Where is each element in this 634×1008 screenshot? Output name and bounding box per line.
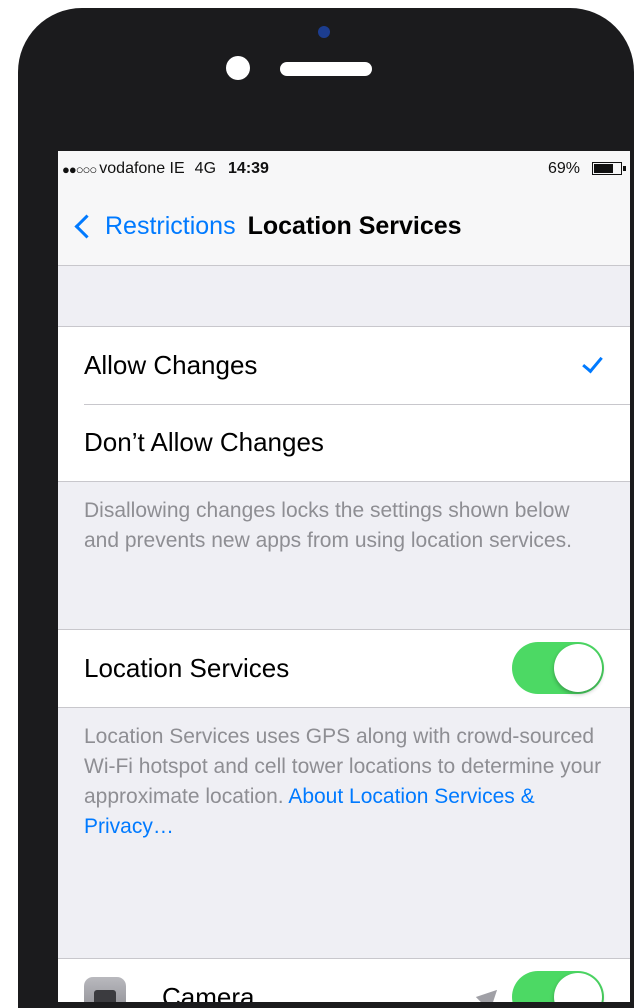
network-type: 4G [194, 160, 217, 177]
toggle-knob [554, 973, 602, 1002]
location-services-label: Location Services [84, 653, 290, 683]
signal-strength-icon: ●●○○○ [62, 161, 97, 177]
earpiece-speaker [280, 62, 372, 76]
proximity-sensor [226, 56, 250, 80]
location-services-group: Location Services [58, 629, 630, 708]
dont-allow-changes-label: Don’t Allow Changes [84, 427, 324, 457]
location-arrow-icon [475, 982, 505, 1002]
page-title: Location Services [247, 211, 462, 240]
dont-allow-changes-option[interactable]: Don’t Allow Changes [58, 404, 630, 481]
status-time: 14:39 [228, 160, 269, 177]
allow-changes-option[interactable]: Allow Changes [58, 327, 630, 404]
back-button[interactable]: Restrictions [105, 212, 236, 241]
change-options-group: Allow Changes Don’t Allow Changes [58, 326, 630, 482]
app-name: Camera [162, 982, 255, 1002]
battery-percentage: 69% [547, 160, 580, 177]
navigation-bar: Restrictions Location Services [58, 187, 630, 266]
battery-icon [592, 162, 626, 175]
checkmark-icon [582, 351, 603, 374]
toggle-knob [554, 644, 602, 692]
back-chevron-icon[interactable] [74, 213, 99, 239]
apps-group: Camera [58, 958, 630, 1002]
status-bar: ●●○○○ vodafone IE 4G 14:39 69% [58, 151, 630, 187]
change-options-footer-text: Disallowing changes locks the settings s… [84, 499, 572, 552]
location-services-toggle[interactable] [512, 642, 604, 694]
phone-frame: ●●○○○ vodafone IE 4G 14:39 69% Restricti… [18, 8, 634, 1008]
front-camera [318, 26, 330, 38]
screen: ●●○○○ vodafone IE 4G 14:39 69% Restricti… [58, 151, 630, 1002]
camera-location-toggle[interactable] [512, 971, 604, 1002]
allow-changes-label: Allow Changes [84, 350, 258, 380]
location-services-row: Location Services [58, 630, 630, 707]
app-row-camera: Camera [58, 959, 630, 1002]
location-services-footer: Location Services uses GPS along with cr… [58, 708, 630, 958]
camera-icon [84, 976, 126, 1002]
change-options-footer: Disallowing changes locks the settings s… [58, 482, 630, 629]
carrier-name: vodafone IE [99, 160, 185, 177]
